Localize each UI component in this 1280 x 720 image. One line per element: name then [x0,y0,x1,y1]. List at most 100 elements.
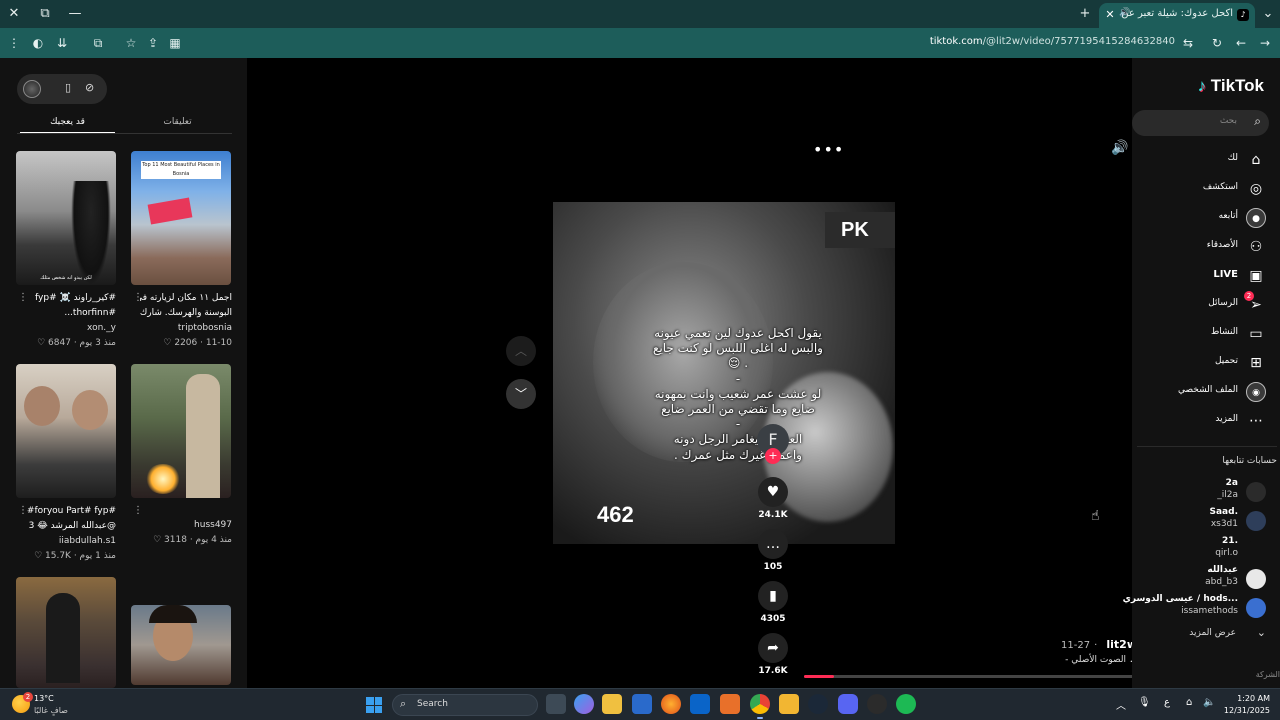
downloads-icon[interactable]: ⇊ [52,33,72,53]
app-icon[interactable] [867,694,887,714]
video-thumbnail[interactable] [16,577,116,688]
extensions-icon[interactable]: ⧉ [88,33,108,53]
forward-icon[interactable]: ← [1231,33,1251,53]
nav-item-9[interactable]: ⋯ المزيد [1132,410,1280,432]
video-username[interactable]: huss497 [140,518,232,533]
video-thumbnail[interactable]: لكن يبدو انه شخص مثلك [16,151,116,285]
tab-close-icon[interactable]: ✕ [1102,7,1118,23]
nav-label: استكشف [1202,182,1238,192]
steam-icon[interactable] [808,694,828,714]
nav-item-6[interactable]: ▭ النشاط [1132,323,1280,345]
windows-start-icon[interactable] [366,697,382,713]
share-icon[interactable]: ⇪ [143,33,163,53]
minimize-window-button[interactable]: — [65,4,85,24]
microphone-icon[interactable]: 🎙 [1138,697,1151,708]
previous-video-button[interactable]: ︿ [506,336,536,366]
copilot-icon[interactable] [574,694,594,714]
more-options-icon[interactable]: ••• [813,140,844,159]
video-thumbnail[interactable]: Top 11 Most Beautiful Places in Bosnia [131,151,231,285]
video-progress-bar[interactable] [804,675,1138,678]
clock[interactable]: 1:20 AM 12/31/2025 [1224,693,1270,717]
save-action[interactable]: ▮ 4305 [757,581,789,624]
task-view-icon[interactable] [546,694,566,714]
nav-label: الرسائل [1208,298,1238,308]
close-window-button[interactable]: ✕ [4,4,24,24]
chrome-icon[interactable] [750,694,770,719]
share-arrow-icon[interactable]: ➦ [758,633,788,663]
address-bar[interactable]: tiktok.com/@lit2w/video/7577195415284632… [930,36,1175,47]
reload-icon[interactable]: ↻ [1207,33,1227,53]
profile-icon[interactable]: ◐ [28,33,48,53]
follow-plus-icon[interactable]: + [765,448,781,464]
video-thumbnail[interactable] [131,364,231,498]
video-title-line1: #كير_راوند ☠️ #fyp [35,293,116,303]
following-account[interactable]: Saad. xs3d1 [1132,507,1280,533]
like-count: 24.1K [758,510,788,520]
qr-code-icon[interactable]: ▦ [165,33,185,53]
nav-item-4[interactable]: ▣ LIVE [1132,265,1280,287]
bookmark-star-icon[interactable]: ☆ [121,33,141,53]
search-box[interactable]: بحث ⌕ [1132,110,1269,136]
video-options-icon[interactable]: ⋮ [133,505,143,516]
mobile-icon[interactable]: ▯ [65,81,71,94]
video-time: 11-10 [205,338,232,348]
comment-icon[interactable]: … [758,529,788,559]
author-avatar[interactable]: F + [757,424,789,464]
following-account[interactable]: عيسى الدوسري / hods... issamethods [1123,594,1280,620]
heart-icon[interactable]: ♥ [758,477,788,507]
app-icon[interactable] [720,694,740,714]
next-video-button[interactable]: ﹀ [506,379,536,409]
share-action[interactable]: ➦ 17.6K [757,633,789,676]
company-link[interactable]: الشركة [1256,670,1280,679]
search-icon[interactable]: ⌕ [1254,114,1261,129]
restore-window-button[interactable]: ⧉ [35,4,55,24]
video-frame[interactable]: PK 462 يقول اكحل عدوك لين تعمي عيونه وال… [553,202,895,544]
tiktok-logo[interactable]: ♪ TikTok [1198,76,1264,96]
nav-item-8[interactable]: ◉ الملف الشخصي [1132,381,1280,403]
video-username[interactable]: xon._y [24,321,116,336]
site-settings-icon[interactable]: ⇆ [1178,33,1198,53]
taskbar-search[interactable]: ⌕ Search [392,694,538,716]
sound-info[interactable]: ♫ الصوت الأصلي - [1065,655,1137,665]
following-account[interactable]: 2a _il2a [1132,478,1280,504]
spotify-icon[interactable] [896,694,916,714]
tab-search-icon[interactable]: ⌄ [1258,4,1278,24]
like-action[interactable]: ♥ 24.1K [757,477,789,520]
outlook-icon[interactable] [690,694,710,714]
video-thumbnail[interactable] [131,605,231,685]
tab-comments[interactable]: تعليقات [130,114,225,134]
file-explorer-icon[interactable] [602,694,622,714]
explore-icon[interactable]: ⊘ [85,81,94,94]
nav-item-2[interactable]: ● أتابعه [1132,207,1280,229]
nav-item-1[interactable]: ◎ استكشف [1132,178,1280,200]
network-icon[interactable]: ⌂ [1186,697,1192,708]
comment-action[interactable]: … 105 [757,529,789,572]
tab-you-may-like[interactable]: قد يعجبك [20,114,115,134]
sound-name[interactable]: الصوت الأصلي - [1065,655,1126,665]
browser-tab[interactable]: ✕ 🔊 اكحل عدوك: شيلة تعبر عن ال... ♪ [1099,3,1255,28]
nav-item-5[interactable]: ➢ الرسائل 2 [1132,291,1280,316]
tray-overflow-icon[interactable]: ︿ [1116,697,1126,712]
video-username[interactable]: iiabdullah.s1 [24,534,116,549]
volume-icon[interactable]: 🔊 [1111,140,1128,156]
nav-item-3[interactable]: ⚇ الأصدقاء [1132,236,1280,258]
browser-menu-icon[interactable]: ⋮ [4,33,24,53]
app-icon[interactable] [779,694,799,714]
bookmark-icon[interactable]: ▮ [758,581,788,611]
volume-tray-icon[interactable]: 🔈 [1203,697,1215,708]
back-icon[interactable]: → [1255,33,1275,53]
video-views: 3118 [164,535,187,545]
firefox-icon[interactable] [661,694,681,714]
following-account[interactable]: عبدالله abd_b3 [1132,565,1280,591]
nav-item-7[interactable]: ⊞ تحميل [1132,352,1280,374]
language-indicator[interactable]: ع [1164,697,1170,708]
creator-avatar[interactable] [23,80,41,98]
discord-icon[interactable] [838,694,858,714]
weather-widget[interactable]: 2 13°C صافٍ غالبًا [12,692,102,718]
store-icon[interactable] [632,694,652,714]
video-username[interactable]: triptobosnia [140,321,232,336]
video-thumbnail[interactable] [16,364,116,498]
following-account[interactable]: 21. qirl.o [1132,536,1280,562]
nav-item-0[interactable]: ⌂ لك [1132,149,1280,171]
new-tab-button[interactable]: + [1075,4,1095,24]
